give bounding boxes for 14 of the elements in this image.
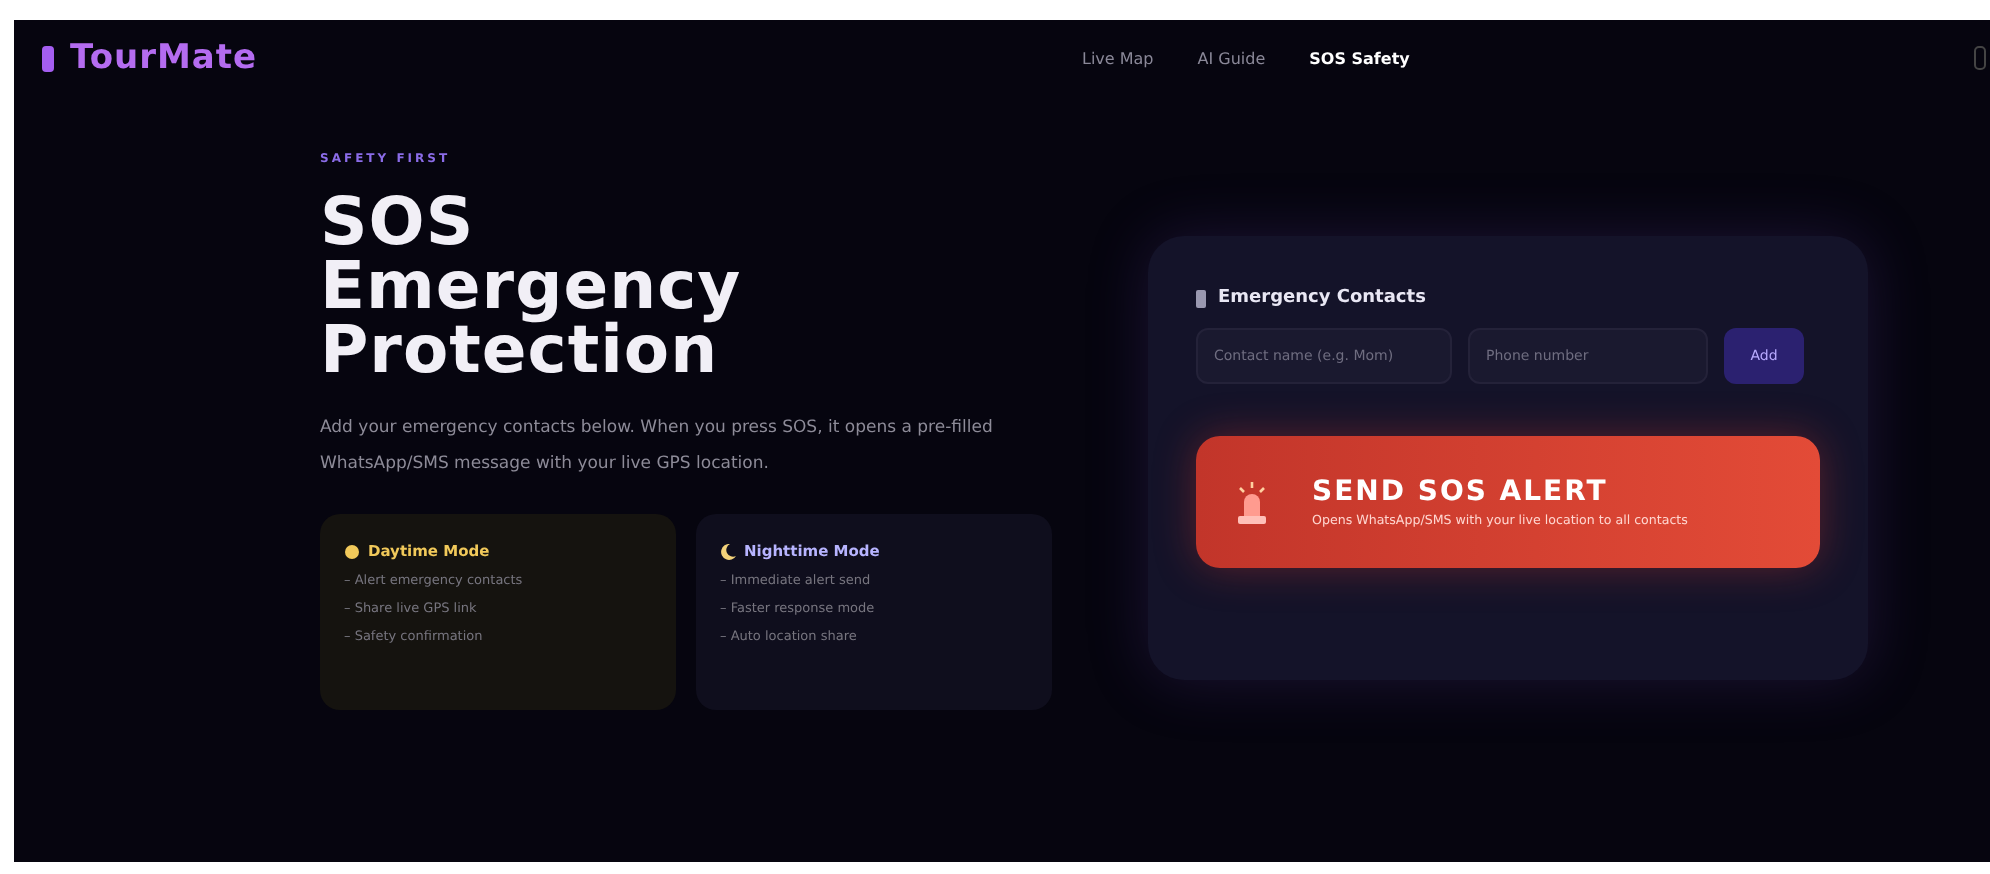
page-heading: Emergency — [320, 254, 744, 318]
sun-icon — [344, 543, 360, 559]
panel-title: Emergency Contacts — [1218, 288, 1426, 308]
page-heading: SOS — [320, 190, 477, 254]
siren-icon — [1236, 480, 1268, 524]
nav-link[interactable]: Live Map — [1082, 49, 1154, 67]
nav-link[interactable]: AI Guide — [1197, 49, 1266, 67]
intro-text: Add your emergency contacts below. When you press SOS, it opens a pre-filled WhatsApp/SMS message with your live GPS location. — [320, 416, 995, 478]
brand-logo[interactable]: TourMate — [70, 38, 258, 78]
nav-link[interactable]: SOS Safety — [1309, 49, 1410, 67]
sos-title: SEND SOS ALERT — [1312, 476, 1608, 508]
logo-icon — [42, 45, 54, 71]
moon-icon — [720, 543, 736, 559]
phone-icon — [1196, 289, 1206, 307]
